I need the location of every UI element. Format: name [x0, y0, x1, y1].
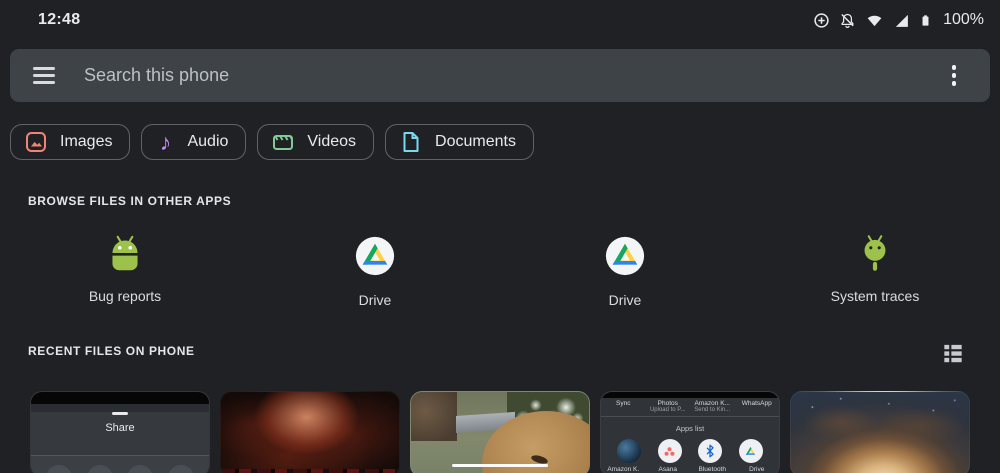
kindle-icon [617, 439, 641, 463]
thumb-app-icons [601, 439, 779, 463]
thumb-app-labels: Amazon K.Send to Kin... Asana Bluetooth … [601, 466, 779, 473]
chip-documents[interactable]: Documents [385, 124, 534, 160]
recent-file-card-share-screenshot[interactable]: Share [30, 391, 210, 473]
status-icons: 100% [813, 11, 984, 30]
movie-icon [272, 131, 294, 153]
app-bug-reports[interactable]: Bug reports [0, 224, 250, 308]
thumb-progress-line [452, 464, 548, 467]
android-bug-icon [102, 224, 148, 276]
google-drive-icon [355, 224, 395, 280]
chip-videos[interactable]: Videos [257, 124, 374, 160]
recent-files-row: Share Sync PhotosUpload to P... Amazon K… [30, 391, 970, 473]
app-drive-2[interactable]: Drive [500, 224, 750, 308]
search-bar[interactable]: Search this phone [10, 49, 990, 102]
wifi-icon [865, 12, 884, 29]
browse-section-title: BROWSE FILES IN OTHER APPS [28, 194, 231, 208]
app-label: Drive [359, 292, 392, 308]
apps-list-header: Apps list [601, 424, 779, 433]
recent-file-card-fire-photo[interactable] [220, 391, 400, 473]
recent-section-title: RECENT FILES ON PHONE [28, 344, 195, 358]
google-drive-icon [605, 224, 645, 280]
app-drive-1[interactable]: Drive [250, 224, 500, 308]
share-label: Share [31, 422, 209, 434]
android-head-icon [852, 224, 898, 276]
cell-signal-icon [893, 12, 910, 29]
battery-percent: 100% [943, 11, 984, 29]
three-dot-menu-button[interactable] [948, 61, 961, 90]
thumb-filmstrip [221, 469, 399, 473]
files-app-screen: 12:48 100% Search this phone [0, 0, 1000, 473]
data-saver-icon [813, 12, 830, 29]
bluetooth-icon [698, 439, 722, 463]
recent-file-card-dog-photo[interactable] [410, 391, 590, 473]
status-bar: 12:48 100% [0, 0, 1000, 40]
battery-icon [919, 11, 932, 30]
google-drive-icon [739, 439, 763, 463]
image-icon [25, 131, 47, 153]
chip-images[interactable]: Images [10, 124, 130, 160]
chip-videos-label: Videos [307, 133, 356, 151]
search-placeholder: Search this phone [84, 65, 948, 86]
chip-audio-label: Audio [187, 133, 228, 151]
list-view-toggle-button[interactable] [938, 338, 968, 368]
notifications-off-icon [839, 12, 856, 29]
app-label: Bug reports [89, 288, 161, 304]
thumb-statusbar-strip [31, 392, 209, 404]
music-note-icon: ♪ [156, 131, 174, 153]
recent-file-card-galaxy-photo[interactable] [790, 391, 970, 473]
chip-audio[interactable]: ♪ Audio [141, 124, 246, 160]
app-label: Drive [609, 292, 642, 308]
thumb-icon-row [31, 455, 209, 473]
thumb-direct-share-row: Sync PhotosUpload to P... Amazon K...Sen… [601, 398, 779, 417]
asana-icon [658, 439, 682, 463]
app-label: System traces [831, 288, 920, 304]
document-icon [400, 131, 422, 153]
sheet-handle [112, 412, 128, 415]
app-system-traces[interactable]: System traces [750, 224, 1000, 308]
browse-apps-row: Bug reports Drive Drive System traces [0, 224, 1000, 308]
filter-chips: Images ♪ Audio Videos Documents [10, 124, 534, 160]
hamburger-menu-icon[interactable] [33, 67, 55, 84]
chip-documents-label: Documents [435, 133, 516, 151]
thumb-tree [411, 392, 457, 441]
chip-images-label: Images [60, 133, 112, 151]
recent-file-card-apps-screenshot[interactable]: Sync PhotosUpload to P... Amazon K...Sen… [600, 391, 780, 473]
clock: 12:48 [38, 11, 80, 29]
thumb-share-sheet: Share [31, 412, 209, 455]
